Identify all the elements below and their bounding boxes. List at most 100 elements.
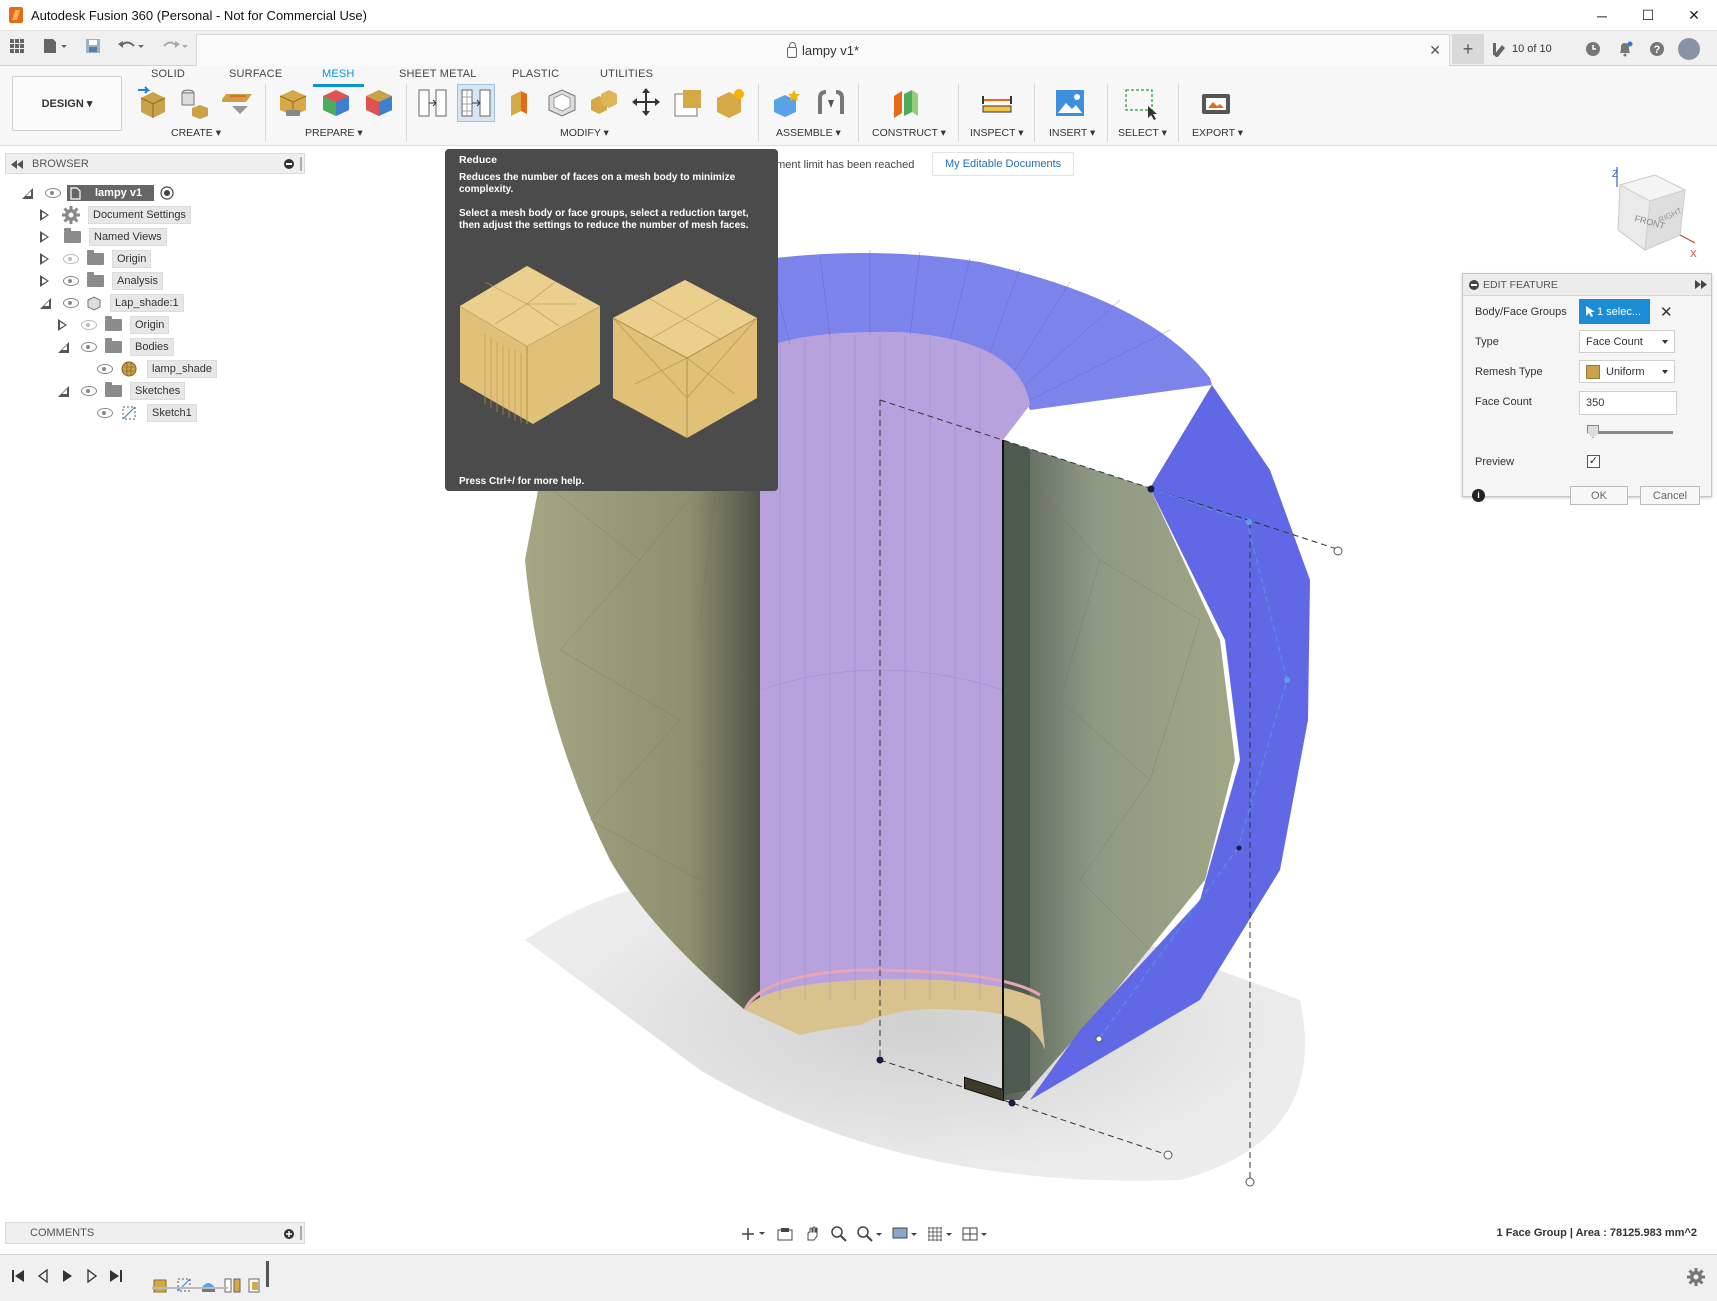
undo-icon[interactable]: [116, 37, 146, 55]
collapse-arrow-icon[interactable]: [58, 385, 69, 397]
tab-solid[interactable]: SOLID: [151, 68, 185, 80]
tree-item-origin[interactable]: Origin: [40, 248, 152, 270]
step-back-icon[interactable]: [36, 1269, 50, 1283]
new-tab-button[interactable]: +: [1452, 34, 1484, 64]
3d-viewport[interactable]: [0, 147, 1717, 1221]
timeline-reduce-icon[interactable]: [224, 1277, 241, 1294]
zoom-window-icon[interactable]: [829, 1225, 849, 1243]
tree-item-sketches[interactable]: Sketches: [58, 380, 186, 402]
new-component-icon[interactable]: [770, 86, 804, 120]
play-icon[interactable]: [60, 1269, 74, 1283]
collapse-arrow-icon[interactable]: [22, 187, 33, 199]
visibility-eye-icon[interactable]: [97, 364, 113, 374]
notifications-bell-icon[interactable]: [1612, 36, 1638, 62]
modify-menu[interactable]: MODIFY ▾: [560, 127, 609, 139]
visibility-eye-icon[interactable]: [81, 342, 97, 352]
reduce-tool-highlight[interactable]: [457, 84, 495, 122]
measure-icon[interactable]: [980, 86, 1014, 120]
look-at-icon[interactable]: [775, 1225, 795, 1243]
viewports-icon[interactable]: [961, 1225, 989, 1243]
insert-menu[interactable]: INSERT ▾: [1049, 127, 1095, 139]
comments-resize-handle[interactable]: [300, 1226, 302, 1240]
visibility-eye-icon[interactable]: [97, 408, 113, 418]
select-menu[interactable]: SELECT ▾: [1118, 127, 1167, 139]
pan-hand-icon[interactable]: [802, 1225, 822, 1243]
hidden-eye-icon[interactable]: [81, 320, 97, 330]
tab-utilities[interactable]: UTILITIES: [600, 68, 653, 80]
tab-surface[interactable]: SURFACE: [229, 68, 282, 80]
orbit-icon[interactable]: [740, 1225, 768, 1243]
tree-item-document-settings[interactable]: Document Settings: [40, 204, 191, 226]
combine-face-groups-icon[interactable]: [362, 86, 396, 120]
grid-settings-icon[interactable]: [926, 1225, 954, 1243]
tree-item-component-origin[interactable]: Origin: [58, 314, 170, 336]
insert-mesh-icon[interactable]: [136, 86, 170, 120]
repair-icon[interactable]: [276, 86, 310, 120]
expand-arrow-icon[interactable]: [40, 275, 50, 287]
face-count-input[interactable]: 350: [1579, 391, 1677, 415]
tree-item-named-views[interactable]: Named Views: [40, 226, 167, 248]
window-select-icon[interactable]: [1124, 86, 1158, 120]
timeline-settings-gear-icon[interactable]: [1687, 1268, 1705, 1286]
offset-plane-icon[interactable]: [890, 86, 924, 120]
save-icon[interactable]: [84, 37, 102, 55]
assemble-menu[interactable]: ASSEMBLE ▾: [776, 127, 841, 139]
tree-root-row[interactable]: lampy v1: [22, 182, 174, 204]
combine-icon[interactable]: [587, 86, 621, 120]
expand-arrow-icon[interactable]: [40, 231, 50, 243]
timeline-mesh-feature-icon[interactable]: [200, 1277, 217, 1294]
display-settings-icon[interactable]: [891, 1225, 919, 1243]
data-panel-grid-icon[interactable]: [8, 37, 26, 55]
timeline-mesh-insert-icon[interactable]: [152, 1277, 169, 1294]
export-menu[interactable]: EXPORT ▾: [1192, 127, 1243, 139]
collapse-arrow-icon[interactable]: [58, 341, 69, 353]
view-cube[interactable]: FRONT RIGHT Z X: [1600, 165, 1700, 265]
clear-selection-icon[interactable]: ✕: [1660, 303, 1673, 321]
add-comment-icon[interactable]: [284, 1229, 294, 1239]
timeline-sketch-icon[interactable]: [176, 1277, 193, 1294]
remesh-type-dropdown[interactable]: Uniform: [1579, 360, 1675, 383]
collapse-browser-icon[interactable]: [11, 160, 23, 169]
maximize-button[interactable]: ☐: [1625, 0, 1671, 31]
tree-item-analysis[interactable]: Analysis: [40, 270, 163, 292]
scale-mesh-icon[interactable]: [671, 86, 705, 120]
active-radio-icon[interactable]: [160, 186, 174, 200]
expand-dialog-icon[interactable]: [1695, 280, 1707, 289]
go-to-start-icon[interactable]: [11, 1269, 25, 1283]
collapse-dialog-icon[interactable]: [1469, 279, 1479, 290]
help-icon[interactable]: ?: [1644, 36, 1670, 62]
move-copy-icon[interactable]: [629, 86, 663, 120]
type-dropdown[interactable]: Face Count: [1579, 330, 1675, 353]
shell-icon[interactable]: [545, 86, 579, 120]
preview-checkbox[interactable]: ✓: [1587, 455, 1600, 468]
user-avatar[interactable]: [1677, 38, 1700, 60]
insert-image-icon[interactable]: [1053, 86, 1087, 120]
tree-item-component[interactable]: Lap_shade:1: [40, 292, 184, 314]
convert-mesh-icon[interactable]: [713, 86, 747, 120]
collapse-arrow-icon[interactable]: [40, 297, 51, 309]
close-tab-icon[interactable]: ✕: [1429, 42, 1441, 59]
dialog-header[interactable]: EDIT FEATURE: [1463, 274, 1711, 296]
face-count-slider-thumb[interactable]: [1587, 425, 1599, 438]
tessellate-icon[interactable]: [178, 86, 212, 120]
generate-face-groups-icon[interactable]: [319, 86, 353, 120]
workspace-switcher-button[interactable]: DESIGN ▾: [12, 76, 122, 131]
joint-icon[interactable]: [814, 86, 848, 120]
clock-icon[interactable]: [1580, 36, 1606, 62]
plane-cut-icon[interactable]: [503, 86, 537, 120]
visibility-eye-icon[interactable]: [81, 386, 97, 396]
info-icon[interactable]: i: [1472, 489, 1485, 502]
expand-arrow-icon[interactable]: [40, 253, 50, 265]
close-window-button[interactable]: ✕: [1671, 0, 1717, 31]
prepare-menu[interactable]: PREPARE ▾: [305, 127, 363, 139]
step-forward-icon[interactable]: [85, 1269, 99, 1283]
visibility-eye-icon[interactable]: [63, 298, 79, 308]
tree-item-bodies[interactable]: Bodies: [58, 336, 174, 358]
create-mesh-section-sketch-icon[interactable]: [222, 86, 256, 120]
tree-item-mesh-body[interactable]: lamp_shade: [97, 358, 217, 380]
timeline-current-feature-icon[interactable]: [248, 1277, 265, 1294]
job-status[interactable]: 10 of 10: [1492, 41, 1552, 57]
ok-button[interactable]: OK: [1570, 486, 1628, 505]
tab-mesh[interactable]: MESH: [313, 68, 364, 87]
expand-arrow-icon[interactable]: [58, 319, 68, 331]
